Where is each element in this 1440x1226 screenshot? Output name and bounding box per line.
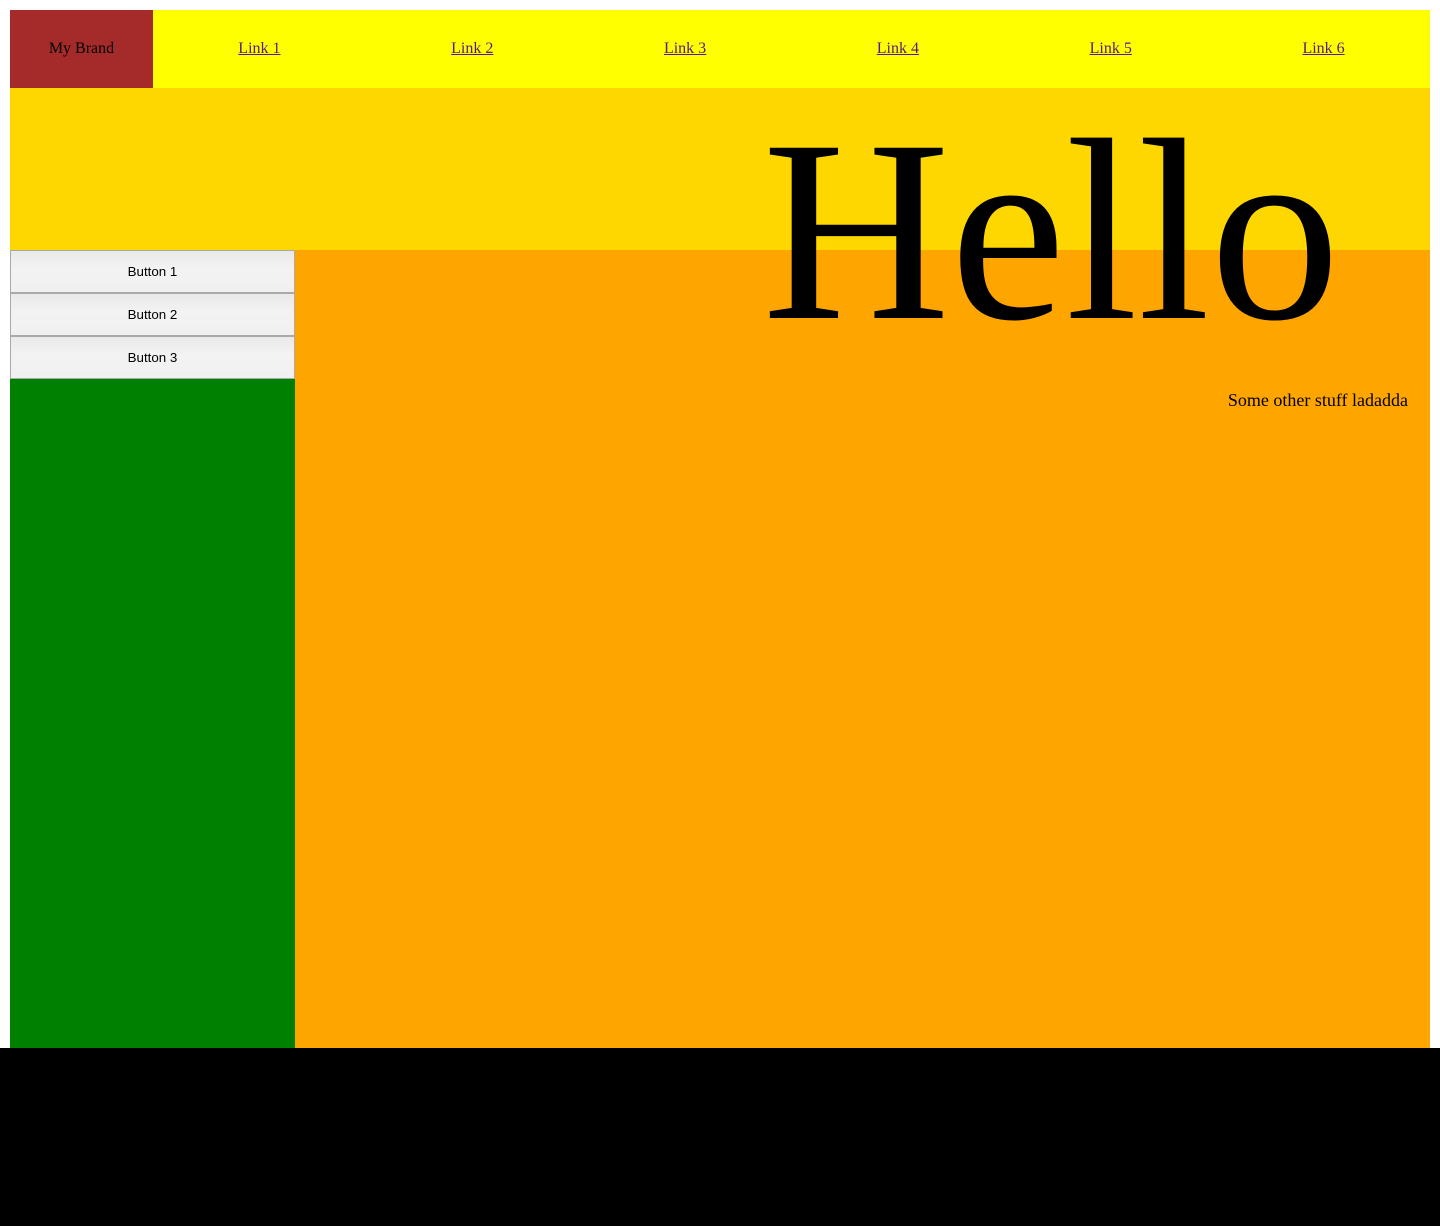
- page-root: My Brand Link 1 Link 2 Link 3 Link 4 Lin…: [0, 10, 1440, 1226]
- page-title: Hello: [762, 87, 1340, 375]
- footer: [0, 1048, 1440, 1226]
- brand-box[interactable]: My Brand: [10, 10, 153, 88]
- navbar-links: Link 1 Link 2 Link 3 Link 4 Link 5 Link …: [153, 10, 1430, 88]
- brand-label: My Brand: [48, 40, 115, 57]
- nav-link-3[interactable]: Link 3: [664, 41, 706, 57]
- navbar: My Brand Link 1 Link 2 Link 3 Link 4 Lin…: [10, 10, 1430, 88]
- hero-banner: Hello: [10, 87, 1430, 375]
- nav-link-2[interactable]: Link 2: [451, 41, 493, 57]
- sidebar: Button 1 Button 2 Button 3: [10, 250, 295, 1048]
- sidebar-button-2[interactable]: Button 2: [10, 293, 295, 336]
- sidebar-button-1[interactable]: Button 1: [10, 250, 295, 293]
- nav-link-1[interactable]: Link 1: [238, 41, 280, 57]
- sidebar-button-3[interactable]: Button 3: [10, 336, 295, 379]
- content-note: Some other stuff ladadda: [1227, 390, 1408, 410]
- nav-link-4[interactable]: Link 4: [877, 41, 919, 57]
- nav-link-5[interactable]: Link 5: [1090, 41, 1132, 57]
- nav-link-6[interactable]: Link 6: [1302, 41, 1344, 57]
